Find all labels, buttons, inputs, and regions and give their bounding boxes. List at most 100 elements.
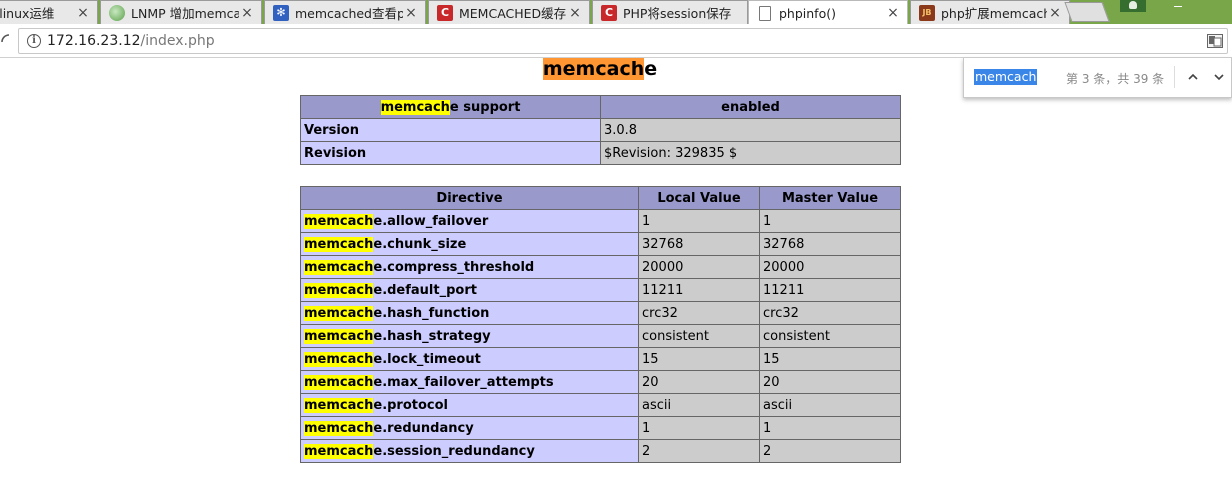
find-previous-button[interactable] xyxy=(1184,67,1202,87)
tab-title: LNMP 增加memca xyxy=(131,6,239,21)
minimize-button[interactable] xyxy=(1166,0,1190,12)
url-path: /index.php xyxy=(140,33,215,49)
csdn-icon: C xyxy=(437,4,453,21)
find-match: memcach xyxy=(304,236,374,252)
directive-suffix: .redundancy xyxy=(382,420,474,436)
find-match: memcach xyxy=(304,443,374,459)
table-row: memcache.chunk_size 32768 32768 xyxy=(300,232,901,256)
close-icon[interactable]: × xyxy=(239,5,255,21)
find-input[interactable]: memcach xyxy=(974,69,1038,85)
tab-title: memcached查看p xyxy=(295,6,403,21)
tab-title: – linux运维 xyxy=(0,6,55,21)
directive-table: Directive Local Value Master Value memca… xyxy=(300,186,901,463)
directive-prefix-rest: e xyxy=(373,397,383,413)
directive-prefix-rest: e xyxy=(373,259,383,275)
tab-memcached-view[interactable]: ✻ memcached查看p × xyxy=(264,0,426,24)
directive-name: memcache.default_port xyxy=(300,278,639,302)
table-row: memcache.default_port 11211 11211 xyxy=(300,278,901,302)
support-table: memcache support enabled Version 3.0.8 R… xyxy=(300,95,901,165)
find-bar: memcach 第 3 条，共 39 条 xyxy=(963,58,1232,98)
tab-php-session[interactable]: C PHP将session保存 xyxy=(592,0,748,24)
tab-linux-ops[interactable]: – linux运维 × xyxy=(0,0,98,24)
local-value: consistent xyxy=(638,324,760,348)
find-next-button[interactable] xyxy=(1210,67,1228,87)
divider xyxy=(1174,66,1175,88)
tab-phpinfo[interactable]: phpinfo() × xyxy=(748,0,908,24)
directive-prefix-rest: e xyxy=(373,305,383,321)
document-icon xyxy=(759,5,771,21)
table-row: Revision $Revision: 329835 $ xyxy=(300,141,901,165)
table-row: memcache.hash_strategy consistent consiste… xyxy=(300,324,901,348)
directive-prefix-rest: e xyxy=(373,282,383,298)
find-match: memcach xyxy=(304,259,374,275)
new-tab-button[interactable] xyxy=(1064,2,1110,22)
column-header: memcache support xyxy=(300,95,601,119)
page-content: memcache memcache support enabled Versio… xyxy=(0,58,1232,482)
directive-prefix-rest: e xyxy=(373,420,383,436)
column-header-directive: Directive xyxy=(300,186,639,210)
directive-prefix-rest: e xyxy=(373,328,383,344)
master-value: ascii xyxy=(759,393,901,417)
close-icon[interactable]: × xyxy=(1047,5,1063,21)
directive-suffix: .hash_function xyxy=(382,305,490,321)
column-header-local-value: Local Value xyxy=(638,186,760,210)
chevron-up-icon xyxy=(1188,73,1198,80)
local-value: 1 xyxy=(638,416,760,440)
local-value: ascii xyxy=(638,393,760,417)
close-icon[interactable]: × xyxy=(567,5,583,21)
directive-suffix: .compress_threshold xyxy=(382,259,535,275)
tab-php-ext-memcache[interactable]: JB php扩展memcach × xyxy=(910,0,1070,24)
table-row: memcache.hash_function crc32 crc32 xyxy=(300,301,901,325)
directive-suffix: .lock_timeout xyxy=(382,351,481,367)
close-icon[interactable]: × xyxy=(75,5,91,21)
table-row: memcache.protocol ascii ascii xyxy=(300,393,901,417)
jb-icon: JB xyxy=(919,4,935,21)
globe-icon xyxy=(109,4,125,21)
directive-prefix-rest: e xyxy=(373,213,383,229)
address-bar[interactable]: i 172.16.23.12/index.php xyxy=(18,28,1228,54)
find-match: memcach xyxy=(304,351,374,367)
reload-icon[interactable] xyxy=(0,32,10,52)
directive-name: memcache.session_redundancy xyxy=(300,439,639,463)
master-value: 20000 xyxy=(759,255,901,279)
url-text[interactable]: 172.16.23.12/index.php xyxy=(47,33,215,49)
close-icon[interactable]: × xyxy=(885,5,901,21)
url-host: 172.16.23.12 xyxy=(47,33,141,49)
directive-name: memcache.compress_threshold xyxy=(300,255,639,279)
directive-name: memcache.chunk_size xyxy=(300,232,639,256)
directive-suffix: .allow_failover xyxy=(382,213,489,229)
close-icon[interactable]: × xyxy=(403,5,419,21)
table-row: memcache.redundancy 1 1 xyxy=(300,416,901,440)
master-value: 1 xyxy=(759,416,901,440)
master-value: 1 xyxy=(759,209,901,233)
row-name: Revision xyxy=(300,141,601,165)
table-header-row: Directive Local Value Master Value xyxy=(300,186,901,210)
master-value: 15 xyxy=(759,347,901,371)
local-value: 1 xyxy=(638,209,760,233)
directive-prefix-rest: e xyxy=(373,443,383,459)
directive-suffix: .protocol xyxy=(382,397,449,413)
directive-suffix: .default_port xyxy=(382,282,477,298)
find-match: memcach xyxy=(304,328,374,344)
info-icon[interactable]: i xyxy=(27,34,41,48)
find-match: memcach xyxy=(304,397,374,413)
tab-title: phpinfo() xyxy=(779,5,836,21)
translate-icon[interactable] xyxy=(1207,34,1223,48)
directive-prefix-rest: e xyxy=(373,351,383,367)
tab-lnmp-memcache[interactable]: LNMP 增加memca × xyxy=(100,0,262,24)
heading-rest: e xyxy=(644,58,658,80)
local-value: 20000 xyxy=(638,255,760,279)
browser-toolbar: i 172.16.23.12/index.php xyxy=(0,24,1232,58)
paw-icon: ✻ xyxy=(273,4,289,21)
table-row: memcache.allow_failover 1 1 xyxy=(300,209,901,233)
tab-memcached-cache[interactable]: C MEMCACHED缓存 × xyxy=(428,0,590,24)
find-match: memcach xyxy=(304,282,374,298)
directive-name: memcache.hash_function xyxy=(300,301,639,325)
master-value: 32768 xyxy=(759,232,901,256)
profile-button[interactable] xyxy=(1120,0,1146,12)
row-name: Version xyxy=(300,118,601,142)
tab-title: PHP将session保存 xyxy=(623,6,732,21)
master-value: 2 xyxy=(759,439,901,463)
tab-title: MEMCACHED缓存 xyxy=(459,6,567,21)
master-value: 20 xyxy=(759,370,901,394)
